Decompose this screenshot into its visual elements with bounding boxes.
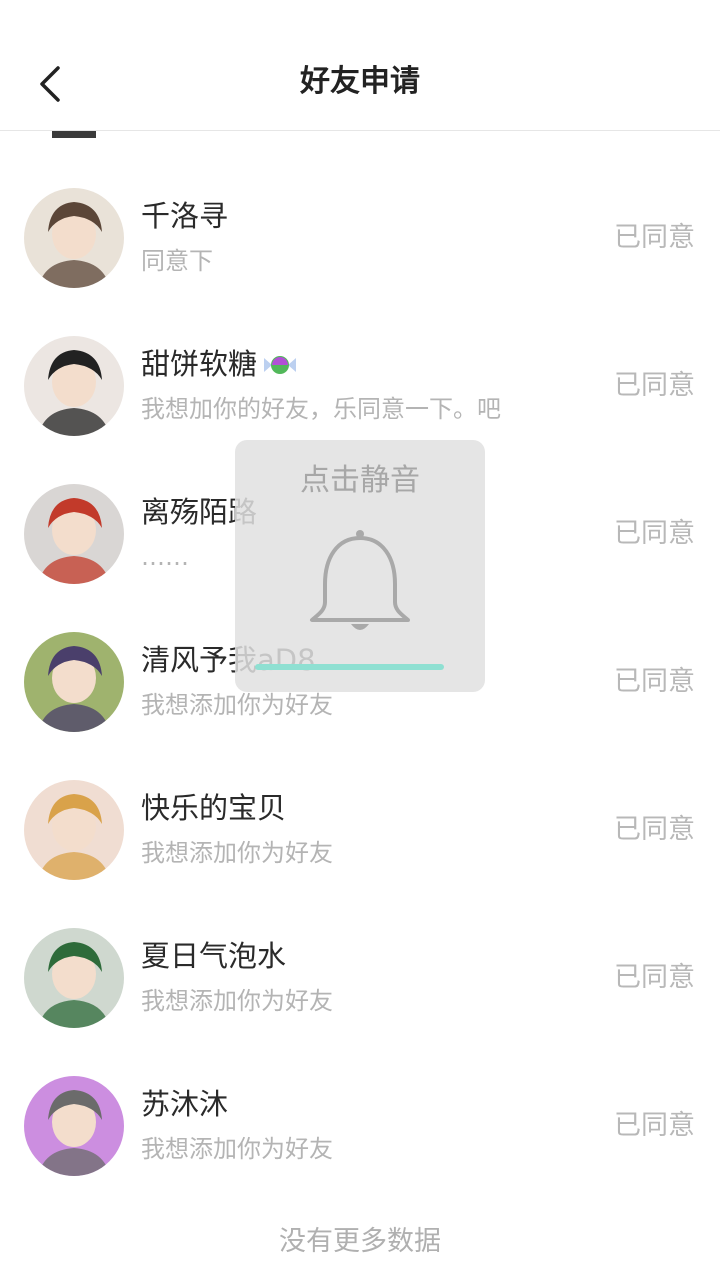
candy-icon xyxy=(262,352,298,378)
request-message: …… xyxy=(141,543,189,571)
request-message: 我想添加你为好友 xyxy=(141,1135,333,1163)
list-item[interactable]: 苏沐沐我想添加你为好友 已同意 xyxy=(0,1020,720,1176)
avatar[interactable] xyxy=(24,484,124,584)
requester-name: 甜饼软糖 xyxy=(141,347,258,381)
status-label: 已同意 xyxy=(614,370,695,401)
status-label: 已同意 xyxy=(614,962,695,993)
requester-name: 千洛寻 xyxy=(141,199,229,233)
avatar[interactable] xyxy=(24,780,124,880)
bell-icon[interactable] xyxy=(309,528,411,638)
request-message: 我想添加你为好友 xyxy=(141,691,333,719)
list-item[interactable]: 甜饼软糖我想加你的好友，乐同意一下。吧 已同意 xyxy=(0,280,720,436)
requester-name: 夏日气泡水 xyxy=(141,939,287,973)
no-more-data-text: 没有更多数据 xyxy=(279,1226,441,1257)
request-message: 我想加你的好友，乐同意一下。吧 xyxy=(141,395,501,423)
mute-popup[interactable]: 点击静音 xyxy=(235,440,485,692)
mute-progress-bar xyxy=(255,664,465,670)
avatar[interactable] xyxy=(24,928,124,1028)
status-label: 已同意 xyxy=(614,666,695,697)
avatar[interactable] xyxy=(24,336,124,436)
avatar[interactable] xyxy=(24,188,124,288)
avatar[interactable] xyxy=(24,1076,124,1176)
mute-progress-fill xyxy=(255,664,444,670)
list-item[interactable]: 快乐的宝贝我想添加你为好友 已同意 xyxy=(0,724,720,880)
top-bar: 好友申请 xyxy=(0,0,720,131)
status-label: 已同意 xyxy=(614,518,695,549)
mute-title[interactable]: 点击静音 xyxy=(235,460,485,502)
avatar[interactable] xyxy=(24,632,124,732)
list-item[interactable]: 千洛寻同意下 已同意 xyxy=(0,132,720,288)
request-message: 我想添加你为好友 xyxy=(141,987,333,1015)
page-title: 好友申请 xyxy=(300,64,420,99)
request-message: 同意下 xyxy=(141,247,213,275)
list-item[interactable]: 夏日气泡水我想添加你为好友 已同意 xyxy=(0,872,720,1028)
requester-name: 苏沐沐 xyxy=(141,1087,229,1121)
requester-name: 快乐的宝贝 xyxy=(141,791,287,825)
status-label: 已同意 xyxy=(614,814,695,845)
request-message: 我想添加你为好友 xyxy=(141,839,333,867)
status-label: 已同意 xyxy=(614,222,695,253)
status-label: 已同意 xyxy=(614,1110,695,1141)
